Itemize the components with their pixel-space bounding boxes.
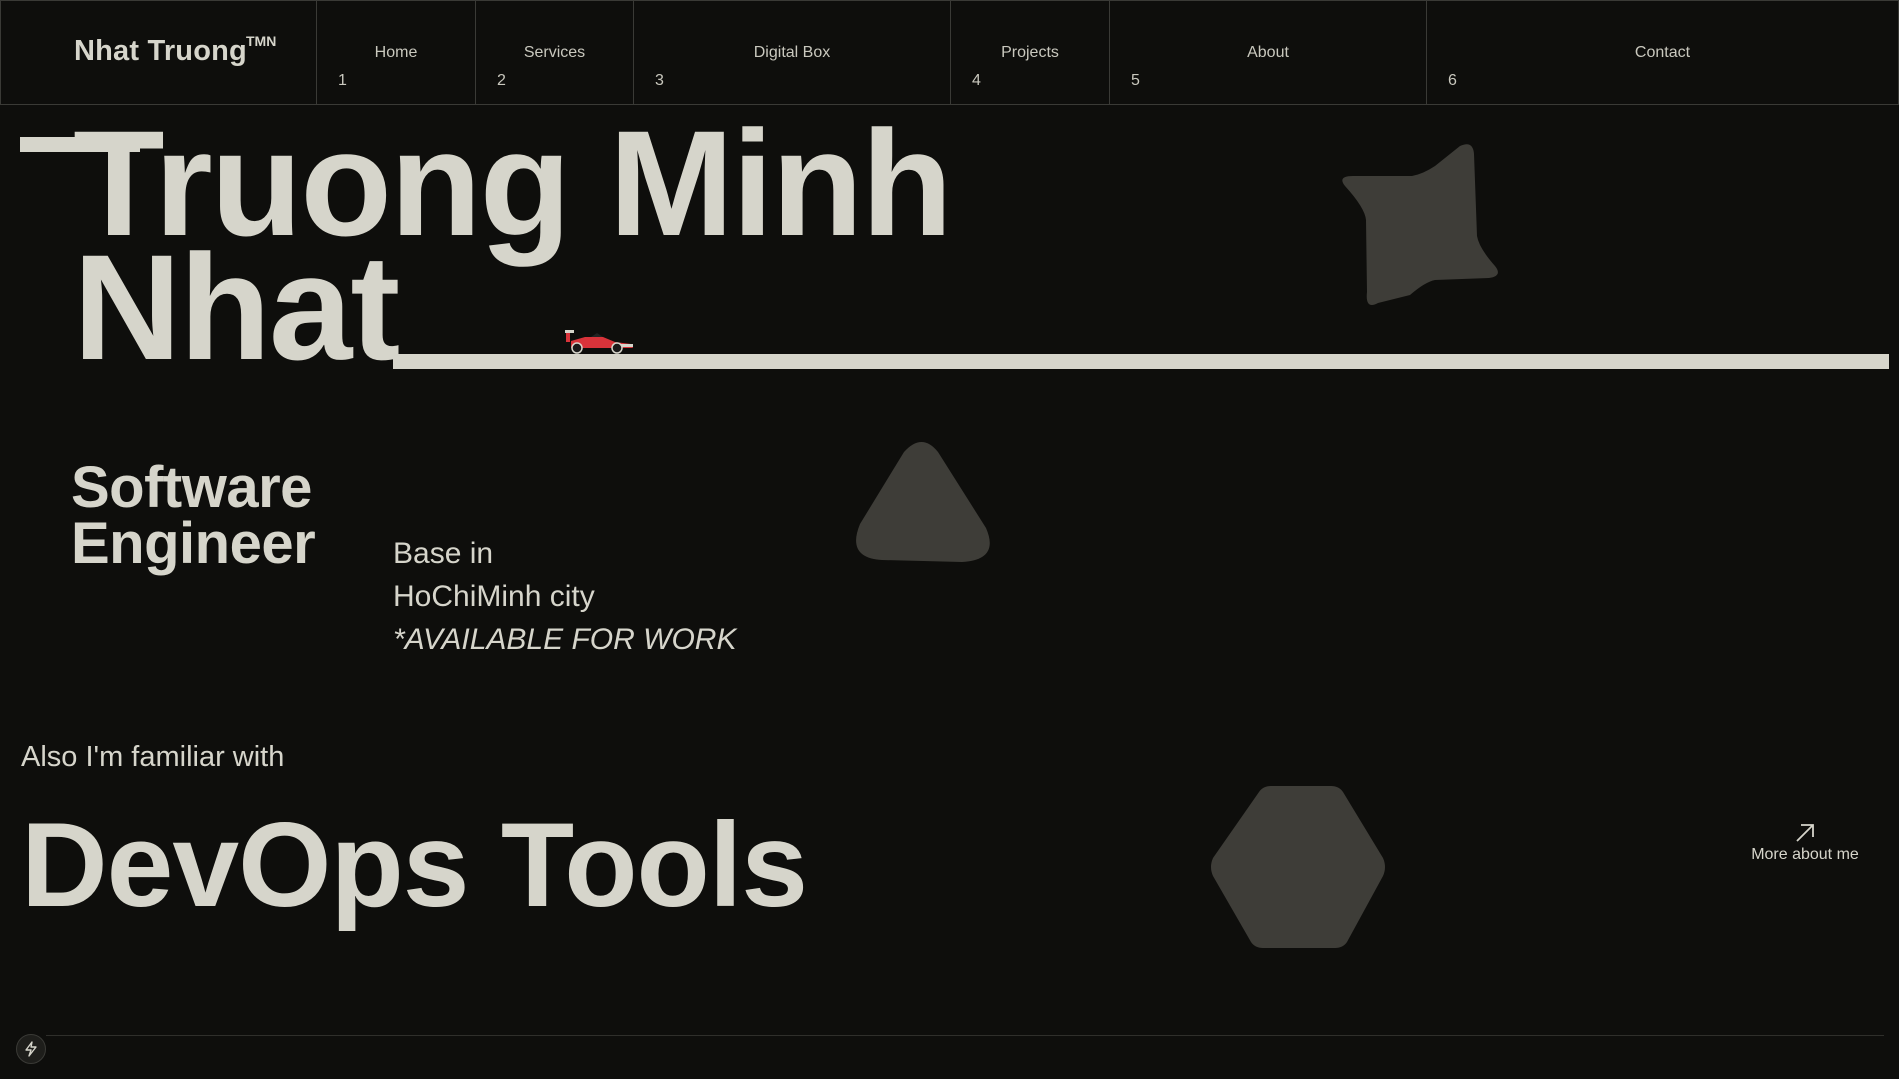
nav-item-about[interactable]: About 5 [1110, 0, 1427, 105]
job-title: Software Engineer [71, 455, 316, 576]
location-line1: Base in [393, 537, 494, 570]
triangle-shape [856, 442, 990, 562]
race-track-line [393, 354, 1889, 369]
top-nav: Nhat Truong TMN Home 1 Services 2 Digita… [0, 0, 1899, 105]
skills-intro: Also I'm familiar with [21, 741, 285, 773]
nav-number: 4 [972, 72, 981, 89]
nav-item-home[interactable]: Home 1 [317, 0, 476, 105]
more-about-me-label: More about me [1751, 846, 1859, 863]
nav-label: Digital Box [753, 44, 831, 61]
nav-label: Contact [1634, 44, 1691, 61]
nav-item-contact[interactable]: Contact 6 [1427, 0, 1899, 105]
brand-name: Nhat Truong [74, 35, 247, 67]
nav-item-services[interactable]: Services 2 [476, 0, 634, 105]
nav-item-digital-box[interactable]: Digital Box 3 [634, 0, 951, 105]
nav-label: About [1247, 44, 1289, 61]
hexagon-shape [1211, 786, 1385, 948]
page: Nhat Truong TMN Home 1 Services 2 Digita… [0, 0, 1899, 1079]
availability-status: *AVAILABLE FOR WORK [393, 623, 737, 656]
nav-number: 2 [497, 72, 506, 89]
arrow-up-right-icon [1796, 824, 1814, 842]
skills-headline: DevOps Tools [21, 798, 808, 932]
brand-superscript: TMN [246, 33, 277, 49]
star-shape [1342, 144, 1498, 305]
nav-label: Services [523, 44, 586, 61]
nav-number: 1 [338, 72, 347, 89]
job-title-line2: Engineer [71, 511, 316, 576]
bolt-icon [25, 1041, 37, 1057]
nav-item-projects[interactable]: Projects 4 [951, 0, 1110, 105]
nav-label: Home [374, 44, 418, 61]
location-block: Base in HoChiMinh city *AVAILABLE FOR WO… [393, 532, 736, 661]
job-title-line1: Software [71, 455, 312, 520]
more-about-me-link[interactable]: More about me [1740, 822, 1870, 864]
race-car-icon [565, 330, 633, 354]
nav-number: 5 [1131, 72, 1140, 89]
bottom-divider [46, 1035, 1884, 1036]
nav-number: 6 [1448, 72, 1457, 89]
bolt-button[interactable] [16, 1034, 46, 1064]
nav-number: 3 [655, 72, 664, 89]
location-line2: HoChiMinh city [393, 580, 595, 613]
hero-name-line2: Nhat [73, 223, 400, 391]
nav-label: Projects [1001, 44, 1059, 61]
brand-logo[interactable]: Nhat Truong TMN [0, 0, 317, 105]
